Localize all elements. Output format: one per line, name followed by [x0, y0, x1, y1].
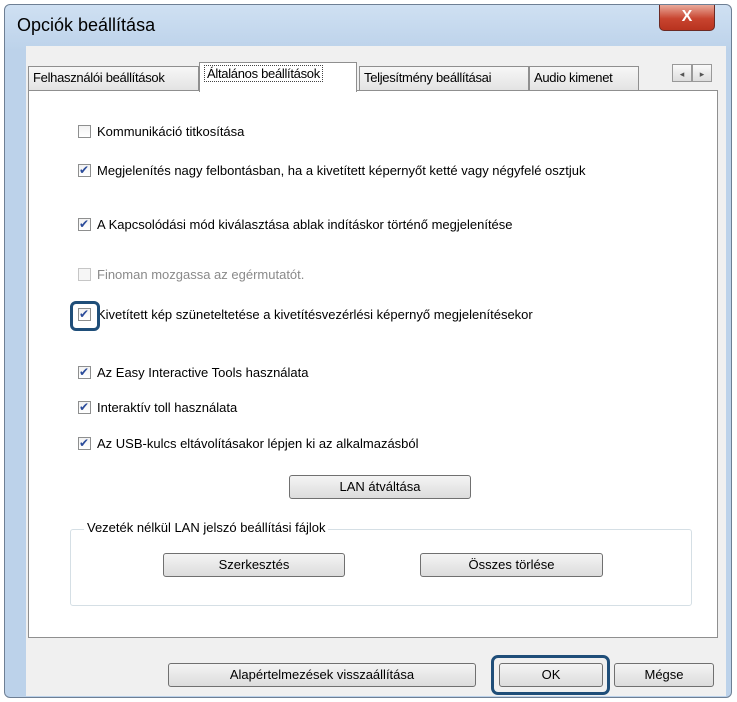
checkbox[interactable] [78, 216, 91, 232]
cancel-button[interactable]: Mégse [614, 663, 714, 687]
option-easy-interactive-tools[interactable]: Az Easy Interactive Tools használata [78, 364, 309, 383]
close-button[interactable]: X [659, 5, 715, 31]
checkbox[interactable] [78, 435, 91, 451]
tab-general-settings[interactable]: Általános beállítások [199, 62, 357, 92]
checkbox[interactable] [78, 399, 91, 415]
checkbox[interactable] [78, 162, 91, 178]
delete-all-button[interactable]: Összes törlése [420, 553, 603, 577]
tab-scroll-left-icon[interactable]: ◂ [672, 64, 692, 82]
tab-performance-settings[interactable]: Teljesítmény beállításai [359, 66, 529, 90]
tab-user-settings[interactable]: Felhasználói beállítások [28, 66, 199, 90]
tab-audio-output[interactable]: Audio kimenet [529, 66, 639, 90]
option-high-resolution-split[interactable]: Megjelenítés nagy felbontásban, ha a kiv… [78, 162, 586, 181]
checkbox [78, 268, 91, 282]
edit-button[interactable]: Szerkesztés [163, 553, 345, 577]
lan-switch-button[interactable]: LAN átváltása [289, 475, 471, 499]
option-encrypt-communication[interactable]: Kommunikáció titkosítása [78, 124, 244, 142]
option-pause-projection[interactable]: Kivetített kép szüneteltetése a kivetíté… [78, 306, 533, 325]
tab-scroll-arrows: ◂ ▸ [672, 64, 718, 84]
tab-strip: Felhasználói beállítások Általános beáll… [28, 60, 718, 92]
checkbox[interactable] [78, 125, 91, 139]
option-show-connection-mode[interactable]: A Kapcsolódási mód kiválasztása ablak in… [78, 216, 513, 235]
option-interactive-pen[interactable]: Interaktív toll használata [78, 399, 237, 418]
ok-button-highlight [491, 655, 610, 695]
checkbox[interactable] [78, 364, 91, 380]
checkbox-highlight [70, 301, 100, 331]
option-exit-on-usb-removal[interactable]: Az USB-kulcs eltávolításakor lépjen ki a… [78, 435, 419, 454]
tab-scroll-right-icon[interactable]: ▸ [692, 64, 712, 82]
restore-defaults-button[interactable]: Alapértelmezések visszaállítása [168, 663, 476, 687]
option-smooth-mouse-pointer: Finoman mozgassa az egérmutatót. [78, 267, 304, 285]
dialog-title: Opciók beállítása [17, 15, 156, 35]
group-label: Vezeték nélkül LAN jelszó beállítási fáj… [84, 520, 329, 535]
